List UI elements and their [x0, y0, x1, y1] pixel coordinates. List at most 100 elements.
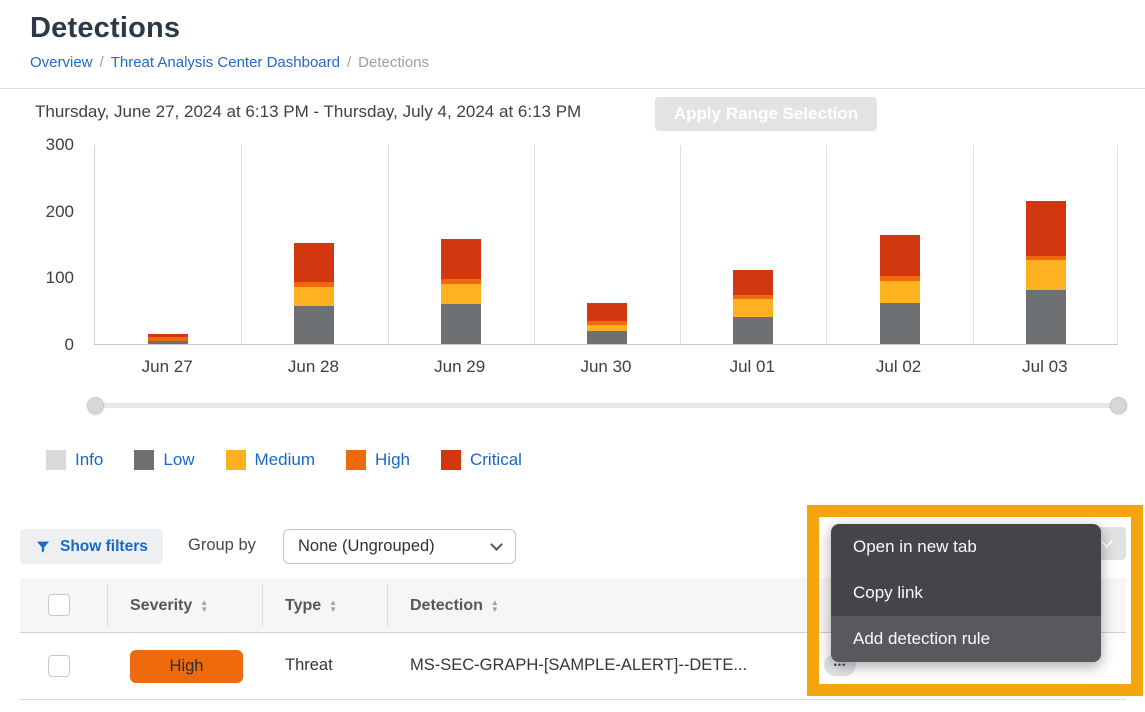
bar-segment-low: [879, 302, 920, 344]
x-tick-label: Jun 30: [580, 357, 632, 376]
menu-item-add-detection-rule[interactable]: Add detection rule: [831, 616, 1101, 662]
bar-segment-low: [733, 317, 774, 344]
y-tick-label: 100: [45, 268, 74, 288]
legend-swatch: [225, 450, 246, 470]
x-tick-label: Jun 28: [287, 357, 339, 376]
bar-segment-medium: [1025, 260, 1066, 290]
y-tick-label: 300: [45, 135, 74, 154]
gridline: [241, 145, 243, 344]
bar-segment-low: [148, 341, 189, 344]
legend-label: Medium: [254, 450, 316, 469]
legend-item-medium[interactable]: Medium: [225, 450, 316, 470]
filter-funnel-icon: [37, 541, 49, 553]
date-range-text: Thursday, June 27, 2024 at 6:13 PM - Thu…: [35, 102, 582, 121]
x-tick-label: Jul 02: [875, 357, 922, 376]
x-tick-label: Jul 03: [1022, 357, 1068, 376]
gridline: [972, 145, 974, 344]
gridline: [387, 145, 389, 344]
breadcrumb: Overview / Threat Analysis Center Dashboar…: [30, 54, 429, 71]
bar-segment-low: [294, 306, 335, 344]
breadcrumb-separator: /: [99, 54, 104, 71]
legend-item-high[interactable]: High: [346, 450, 410, 470]
group-by-select[interactable]: None (Ungrouped): [283, 529, 516, 564]
sort-icon[interactable]: [491, 599, 499, 613]
bar-segment-low: [440, 304, 481, 344]
row-context-menu: Open in new tab Copy link Add detection ru…: [831, 524, 1101, 662]
bar-segment-medium: [294, 286, 335, 306]
chevron-down-icon: [490, 538, 503, 551]
header-divider: [0, 88, 1145, 89]
legend-swatch: [134, 450, 155, 470]
gridline: [826, 145, 828, 344]
breadcrumb-item[interactable]: Threat Analysis Center Dashboard: [111, 54, 340, 71]
range-slider-handle-right[interactable]: [1110, 397, 1127, 414]
column-separator: [387, 584, 388, 626]
legend-item-critical[interactable]: Critical: [440, 450, 522, 470]
bar-segment-critical: [733, 270, 774, 296]
breadcrumb-separator: /: [346, 54, 352, 71]
chart-x-axis: Jun 27 Jun 28 Jun 29 Jun 30 Jul 01 Jul 02 Jul …: [94, 357, 1118, 379]
bar-segment-critical: [879, 235, 920, 277]
row-checkbox[interactable]: [48, 655, 70, 677]
legend-item-low[interactable]: Low: [134, 450, 195, 470]
detections-stacked-bar-chart: [94, 145, 1118, 345]
legend-swatch: [46, 450, 66, 470]
bar-jun-30[interactable]: [587, 303, 627, 344]
range-slider-track[interactable]: [95, 403, 1119, 408]
sort-icon[interactable]: [200, 599, 208, 613]
legend-label: Low: [163, 450, 195, 469]
bar-jul-03[interactable]: [1025, 201, 1066, 344]
bar-segment-critical: [1025, 201, 1066, 256]
column-header-detection[interactable]: Detection: [410, 578, 499, 633]
bar-jun-28[interactable]: [294, 242, 335, 344]
legend-label: Critical: [469, 450, 522, 469]
detections-page: Detections Overview / Threat Analysis Cent…: [0, 0, 1145, 712]
legend-swatch: [440, 450, 461, 470]
legend-swatch: [346, 450, 367, 470]
breadcrumb-item[interactable]: Overview: [30, 54, 93, 71]
bar-segment-medium: [733, 299, 774, 318]
chart-y-axis: 0 100 200 300: [0, 135, 84, 354]
sort-icon[interactable]: [329, 599, 337, 613]
x-tick-label: Jun 29: [434, 357, 486, 376]
y-tick-label: 200: [45, 201, 74, 221]
bar-jun-27[interactable]: [148, 334, 189, 344]
severity-badge: High: [130, 650, 243, 683]
group-by-selected-value: None (Ungrouped): [298, 537, 435, 555]
page-title: Detections: [30, 12, 181, 44]
bar-segment-medium: [879, 280, 920, 303]
chart-legend: Info Low Medium High Critical: [46, 450, 522, 470]
bar-segment-low: [587, 331, 627, 344]
bar-jul-01[interactable]: [733, 270, 774, 344]
select-all-checkbox[interactable]: [48, 594, 70, 616]
bar-segment-medium: [440, 284, 481, 304]
bar-segment-critical: [587, 303, 627, 322]
column-separator: [262, 584, 263, 626]
breadcrumb-item: Detections: [358, 54, 430, 71]
bar-segment-low: [1025, 290, 1066, 344]
gridline: [533, 145, 535, 344]
row-type-cell: Threat: [285, 656, 333, 674]
column-header-type[interactable]: Type: [285, 578, 337, 633]
menu-item-copy-link[interactable]: Copy link: [831, 570, 1101, 616]
y-tick-label: 0: [64, 335, 74, 354]
menu-item-open-in-new-tab[interactable]: Open in new tab: [831, 524, 1101, 570]
show-filters-label: Show filters: [60, 537, 148, 555]
apply-range-selection-button[interactable]: Apply Range Selection: [655, 97, 877, 131]
row-detection-cell: MS-SEC-GRAPH-[SAMPLE-ALERT]--DETE...: [410, 656, 748, 674]
legend-label: High: [375, 450, 410, 469]
bar-jul-02[interactable]: [879, 235, 920, 344]
bar-segment-critical: [440, 238, 481, 280]
column-header-severity[interactable]: Severity: [130, 578, 208, 633]
group-by-label: Group by: [188, 536, 256, 554]
gridline: [680, 145, 682, 344]
show-filters-button[interactable]: Show filters: [20, 529, 163, 564]
bar-jun-29[interactable]: [440, 238, 481, 344]
range-slider-handle-left[interactable]: [87, 397, 104, 414]
chevron-down-icon: [1100, 535, 1113, 548]
x-tick-label: Jul 01: [729, 357, 775, 376]
column-separator: [107, 584, 108, 626]
legend-item-info[interactable]: Info: [46, 450, 103, 470]
legend-label: Info: [75, 450, 104, 469]
bar-segment-critical: [294, 242, 335, 283]
